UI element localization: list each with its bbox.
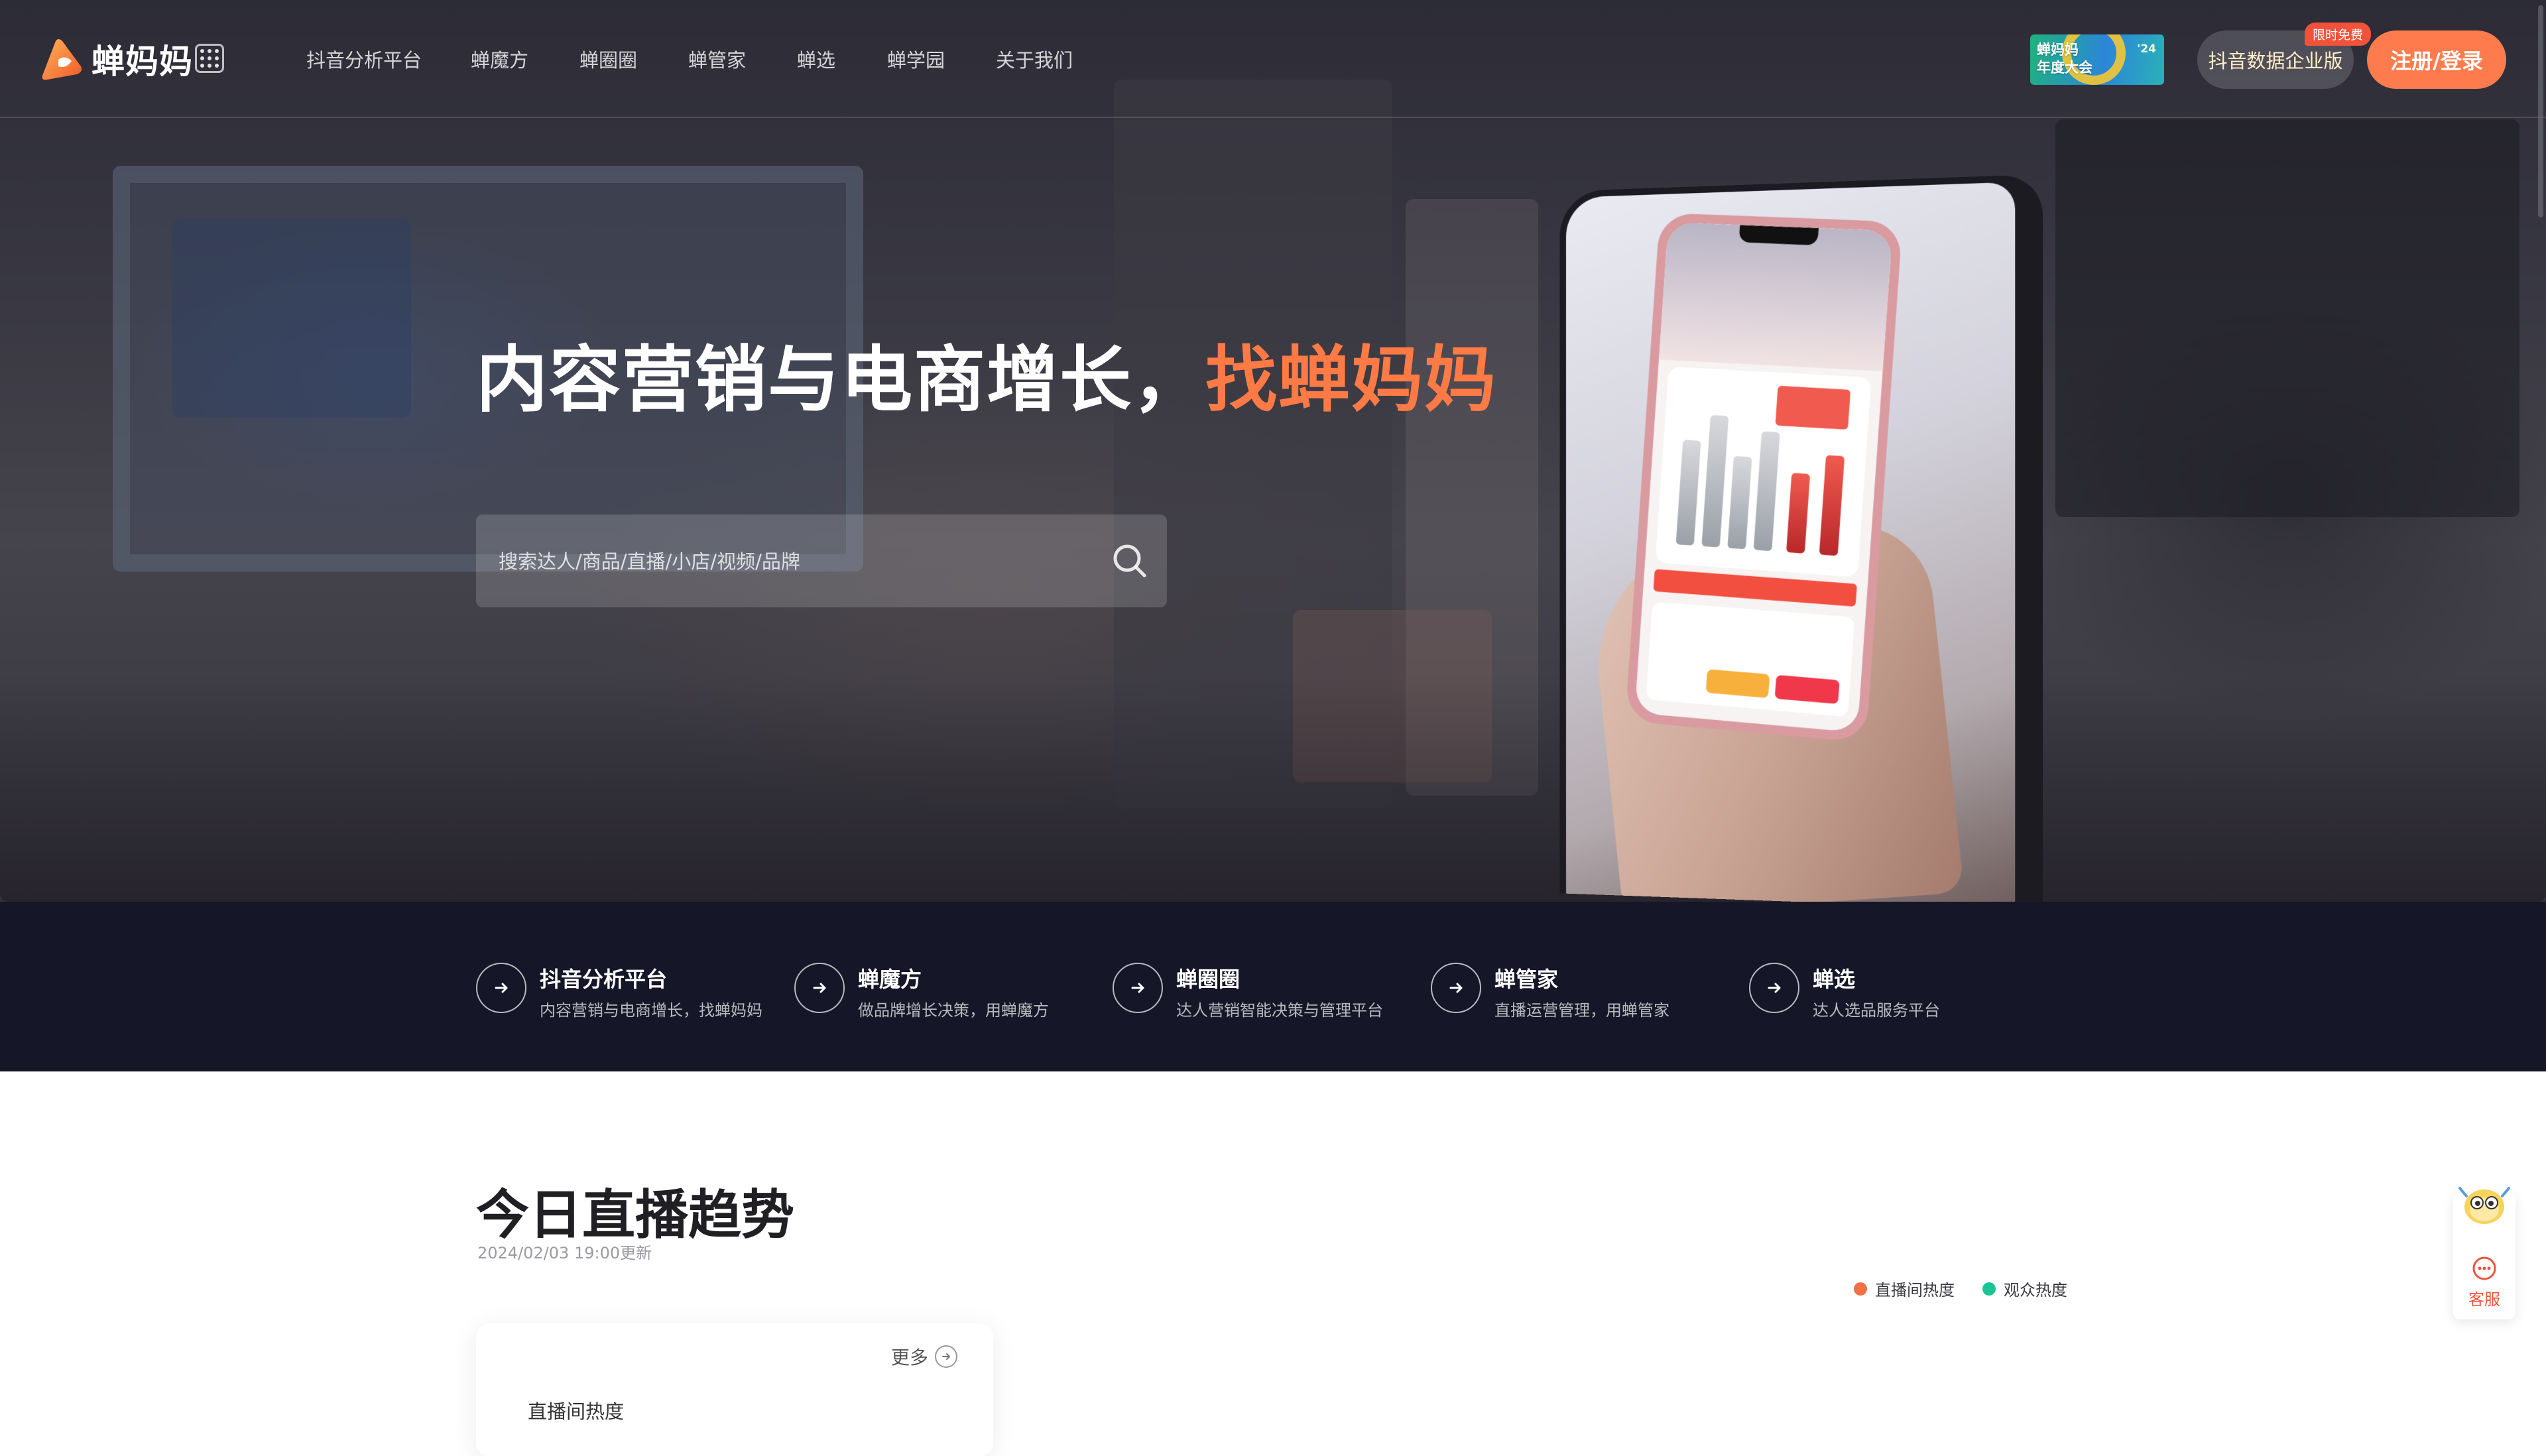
phone-photo xyxy=(1565,182,2016,902)
hero-section: 蝉妈妈 抖音分析平台 蝉魔方 蝉圈圈 蝉管家 蝉选 蝉学园 关于我们 蝉妈妈 年… xyxy=(0,0,2546,902)
customer-service-widget[interactable]: 客服 xyxy=(2453,1187,2516,1319)
promo-line2: 年度大会 xyxy=(2037,60,2092,76)
mascot-icon xyxy=(2458,1187,2510,1224)
annual-conference-banner[interactable]: 蝉妈妈 年度大会 '24 xyxy=(2030,34,2164,85)
promo-year: '24 xyxy=(2137,42,2156,56)
arrow-right-icon xyxy=(1749,963,1799,1013)
product-title: 蝉选 xyxy=(1813,967,1856,992)
product-desc: 内容营销与电商增长，找蝉妈妈 xyxy=(540,1001,762,1020)
background-person xyxy=(2055,119,2519,517)
apps-grid-icon[interactable] xyxy=(195,44,224,73)
top-navbar: 蝉妈妈 抖音分析平台 蝉魔方 蝉圈圈 蝉管家 蝉选 蝉学园 关于我们 蝉妈妈 年… xyxy=(0,0,2546,118)
arrow-right-icon xyxy=(1431,963,1481,1013)
nav-item-douyin-analytics[interactable]: 抖音分析平台 xyxy=(306,45,422,73)
product-card-graphic xyxy=(1655,366,1872,577)
product-desc: 达人选品服务平台 xyxy=(1813,1001,1940,1020)
search-input[interactable] xyxy=(497,541,1070,582)
product-title: 蝉管家 xyxy=(1494,967,1559,992)
nav-item-chanmofang[interactable]: 蝉魔方 xyxy=(471,45,528,73)
product-title: 蝉圈圈 xyxy=(1176,967,1241,992)
livestream-shop-screen xyxy=(1634,222,1893,733)
hero-title-main: 内容营销与电商增长， xyxy=(476,339,1206,422)
background-screen-glow xyxy=(172,219,411,418)
hero-title-accent: 找蝉妈妈 xyxy=(1205,339,1498,422)
free-badge: 限时免费 xyxy=(2305,23,2372,46)
scrollbar-thumb[interactable] xyxy=(2538,5,2543,217)
search-icon[interactable] xyxy=(1110,541,1150,581)
arrow-right-icon xyxy=(476,963,526,1013)
brand-logo[interactable]: 蝉妈妈 xyxy=(38,36,193,82)
bottle-graphic xyxy=(1727,455,1752,550)
livestream-header-graphic xyxy=(1658,222,1893,372)
service-label: 客服 xyxy=(2468,1290,2500,1309)
page-scrollbar[interactable] xyxy=(2535,0,2546,1432)
nav-item-chanxuan[interactable]: 蝉选 xyxy=(797,45,835,73)
promo-text: 蝉妈妈 年度大会 xyxy=(2037,41,2092,77)
nav-item-chanquanquan[interactable]: 蝉圈圈 xyxy=(579,45,637,73)
promo-tag-graphic xyxy=(1775,385,1851,430)
search-bar[interactable] xyxy=(476,515,1167,607)
checkout-card-graphic xyxy=(1646,601,1855,717)
legend-item-audience-heat[interactable]: 观众热度 xyxy=(1982,1277,2067,1300)
more-link[interactable]: 更多 xyxy=(891,1343,957,1370)
legend-label: 直播间热度 xyxy=(1875,1281,1955,1300)
bottle-graphic xyxy=(1753,431,1780,552)
login-button[interactable]: 注册/登录 xyxy=(2367,30,2506,89)
legend-label: 观众热度 xyxy=(2004,1281,2067,1300)
cart-button-graphic xyxy=(1705,669,1770,698)
arrow-right-icon xyxy=(1113,963,1163,1013)
nav-item-changuanjia[interactable]: 蝉管家 xyxy=(688,45,746,73)
product-desc: 做品牌增长决策，用蝉魔方 xyxy=(858,1001,1049,1020)
legend-dot-icon xyxy=(1982,1282,1996,1296)
buy-button-graphic xyxy=(1774,674,1840,704)
card-label: 直播间热度 xyxy=(528,1400,625,1423)
bottle-graphic xyxy=(1701,414,1729,548)
product-title: 抖音分析平台 xyxy=(540,967,668,992)
nav-item-chanxueyuan[interactable]: 蝉学园 xyxy=(887,45,945,73)
arrow-right-icon xyxy=(794,963,845,1013)
update-timestamp: 2024/02/03 19:00更新 xyxy=(477,1244,652,1262)
section-title: 今日直播趋势 xyxy=(476,1184,794,1246)
smartphone-graphic xyxy=(1625,212,1903,743)
legend-dot-icon xyxy=(1854,1282,1867,1296)
product-desc: 达人营销智能决策与管理平台 xyxy=(1176,1001,1383,1020)
product-desc: 直播运营管理，用蝉管家 xyxy=(1494,1001,1669,1020)
arrow-right-icon xyxy=(935,1345,957,1368)
hero-title: 内容营销与电商增长，找蝉妈妈 xyxy=(476,322,1497,426)
brand-name: 蝉妈妈 xyxy=(91,42,193,81)
nav-item-about-us[interactable]: 关于我们 xyxy=(996,45,1073,73)
bottle-graphic xyxy=(1786,473,1811,554)
legend-item-live-heat[interactable]: 直播间热度 xyxy=(1854,1277,1955,1300)
product-title: 蝉魔方 xyxy=(858,967,922,992)
bottle-graphic xyxy=(1819,455,1845,556)
product-strip: 抖音分析平台 内容营销与电商增长，找蝉妈妈 蝉魔方 做品牌增长决策，用蝉魔方 蝉… xyxy=(0,902,2546,1071)
trend-card: 更多 直播间热度 xyxy=(476,1323,993,1456)
bottle-graphic xyxy=(1675,440,1701,546)
more-label: 更多 xyxy=(890,1347,928,1368)
hero-phone-image xyxy=(1559,174,2043,902)
promo-line1: 蝉妈妈 xyxy=(2037,42,2079,58)
cicada-logo-icon xyxy=(42,39,82,80)
background-fade xyxy=(0,676,2546,902)
headset-icon xyxy=(2472,1256,2496,1280)
phone-notch xyxy=(1738,225,1819,246)
